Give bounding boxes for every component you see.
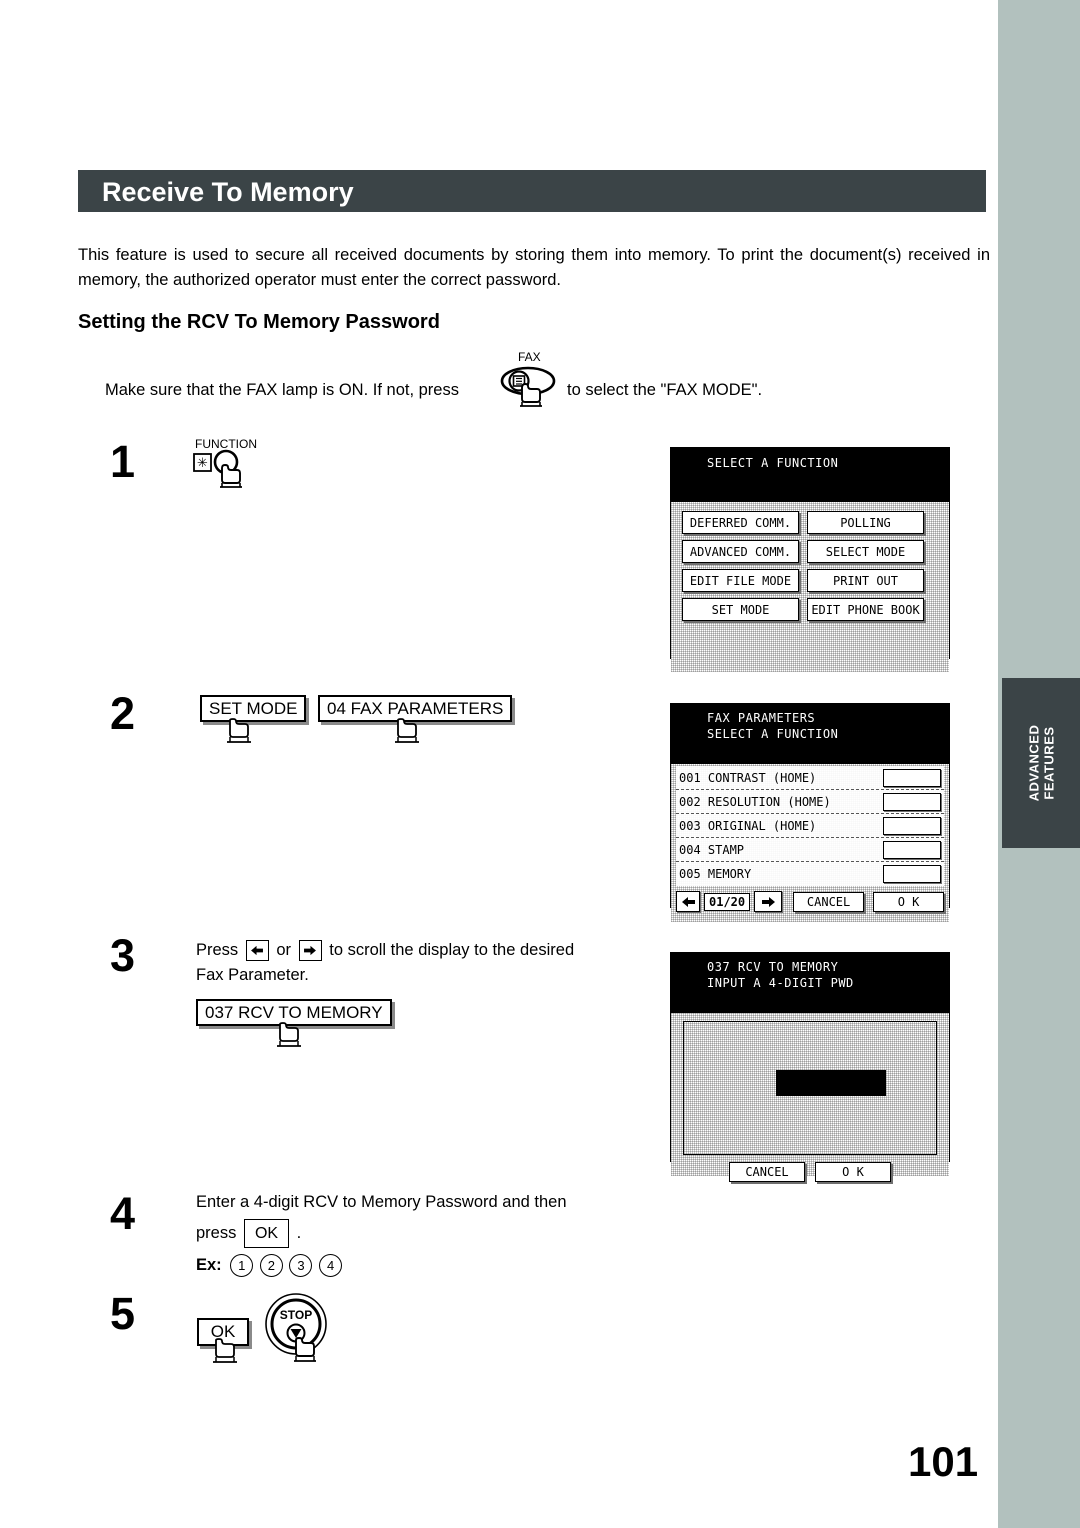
lcd3-password-input[interactable]	[776, 1070, 886, 1096]
arrow-left-icon	[251, 946, 264, 956]
scroll-right-button[interactable]	[298, 940, 322, 962]
pointing-hand-icon	[277, 1022, 301, 1047]
stop-key-icon: STOP	[265, 1293, 327, 1362]
lcd3-cancel-button[interactable]: CANCEL	[729, 1162, 805, 1182]
stop-key-text: STOP	[280, 1308, 312, 1322]
pointing-hand-icon	[227, 718, 251, 743]
step-3-text-middle: or	[276, 941, 292, 959]
lcd2-header-line2: SELECT A FUNCTION	[707, 727, 839, 741]
step-5-number: 5	[110, 1288, 136, 1339]
lcd2-row-005[interactable]: 005 MEMORY	[676, 862, 944, 886]
lcd2-row-002-value[interactable]	[883, 792, 941, 811]
lcd2-row-005-label: 005 MEMORY	[679, 867, 752, 881]
lcd1-button-deferred-comm[interactable]: DEFERRED COMM.	[682, 511, 799, 534]
lcd2-prev-page-button[interactable]	[676, 891, 700, 912]
step-1-number: 1	[110, 436, 136, 487]
lcd2-header-line1: FAX PARAMETERS	[707, 711, 816, 725]
lcd2-row-003[interactable]: 003 ORIGINAL (HOME)	[676, 814, 944, 838]
lcd3-password-area	[683, 1021, 937, 1155]
step-4-ok-key[interactable]: OK	[243, 1219, 290, 1248]
lcd2-row-004-label: 004 STAMP	[679, 842, 745, 857]
example-digit-3: 3	[289, 1254, 313, 1278]
lcd2-row-002[interactable]: 002 RESOLUTION (HOME)	[676, 790, 944, 814]
lcd1-button-set-mode[interactable]: SET MODE	[682, 598, 799, 621]
section-heading: Setting the RCV To Memory Password	[78, 311, 440, 333]
lcd-screen-select-function: SELECT A FUNCTION DEFERRED COMM. POLLING…	[670, 447, 950, 663]
lcd2-row-004[interactable]: 004 STAMP	[676, 838, 944, 862]
lcd2-row-005-value[interactable]	[883, 865, 941, 883]
step-3-text-before: Press	[196, 941, 239, 959]
fax-key-label: FAX	[518, 350, 541, 364]
step-2-number: 2	[110, 688, 136, 739]
step-4-number: 4	[110, 1188, 136, 1239]
step-4-line2-after: .	[296, 1223, 302, 1242]
page-title-bar: Receive To Memory	[78, 170, 986, 212]
asterisk-glyph: ✳	[197, 456, 208, 471]
fax-mode-instruction: Make sure that the FAX lamp is ON. If no…	[105, 350, 905, 418]
arrow-right-icon	[761, 896, 775, 907]
arrow-left-icon	[681, 896, 695, 907]
lcd2-row-001-value[interactable]	[883, 768, 941, 787]
lcd1-button-edit-phone-book[interactable]: EDIT PHONE BOOK	[807, 598, 924, 621]
page-number: 101	[908, 1438, 979, 1485]
example-digit-1: 1	[230, 1254, 254, 1278]
step-4-line1: Enter a 4-digit RCV to Memory Password a…	[196, 1193, 567, 1211]
side-tab-line-1: ADVANCED	[1026, 724, 1041, 802]
fax-instruction-before: Make sure that the FAX lamp is ON. If no…	[105, 381, 459, 399]
lcd1-button-print-out[interactable]: PRINT OUT	[807, 569, 924, 592]
step-3-text-after: to scroll the display to the desired	[329, 941, 575, 959]
lcd1-button-advanced-comm[interactable]: ADVANCED COMM.	[682, 540, 799, 563]
scroll-left-button[interactable]	[245, 940, 269, 962]
lcd2-cancel-button[interactable]: CANCEL	[793, 891, 865, 912]
lcd2-row-004-value[interactable]	[883, 840, 941, 859]
step-3-text: Press or to scroll the display to the de…	[196, 938, 626, 988]
function-key-label: FUNCTION	[195, 437, 257, 451]
fax-instruction-after: to select the "FAX MODE".	[567, 381, 763, 399]
lcd2-row-003-value[interactable]	[883, 816, 941, 835]
lcd3-header-line2: INPUT A 4-DIGIT PWD	[707, 976, 854, 990]
lcd2-bottom-bar: 01/20 CANCEL O K	[676, 891, 944, 912]
lcd1-button-edit-file-mode[interactable]: EDIT FILE MODE	[682, 569, 799, 592]
step-4-text: Enter a 4-digit RCV to Memory Password a…	[196, 1190, 656, 1278]
side-tab-line-2: FEATURES	[1041, 726, 1056, 800]
example-digit-2: 2	[259, 1254, 283, 1278]
pointing-hand-icon	[213, 1338, 237, 1363]
lcd2-row-001-label: 001 CONTRAST (HOME)	[679, 770, 817, 785]
lcd3-ok-button[interactable]: O K	[815, 1162, 891, 1182]
lcd2-row-002-label: 002 RESOLUTION (HOME)	[679, 794, 831, 809]
lcd2-page-indicator: 01/20	[704, 892, 751, 911]
page-title: Receive To Memory	[102, 177, 354, 207]
arrow-right-icon	[304, 946, 317, 956]
lcd2-ok-button[interactable]: O K	[873, 891, 944, 912]
lcd2-next-page-button[interactable]	[754, 891, 783, 912]
pointing-hand-icon	[395, 718, 419, 743]
side-thumb-tab-advanced-features: ADVANCED FEATURES	[1002, 678, 1080, 848]
lcd2-row-003-label: 003 ORIGINAL (HOME)	[679, 818, 817, 833]
intro-paragraph: This feature is used to secure all recei…	[78, 246, 990, 289]
step-5-stop-key[interactable]: STOP	[258, 1288, 348, 1378]
lcd3-header-line1: 037 RCV TO MEMORY	[707, 960, 839, 974]
lcd1-button-polling[interactable]: POLLING	[807, 511, 924, 534]
step-1-function-key: FUNCTION ✳	[192, 437, 282, 507]
lcd1-button-select-mode[interactable]: SELECT MODE	[807, 540, 924, 563]
lcd1-header: SELECT A FUNCTION	[671, 448, 949, 502]
step-3-number: 3	[110, 930, 136, 981]
step-3-text-line2: Fax Parameter.	[196, 966, 309, 984]
fax-key-illustration: FAX	[500, 350, 570, 420]
example-digit-4: 4	[319, 1254, 343, 1278]
lcd-screen-rcv-to-memory: 037 RCV TO MEMORY INPUT A 4-DIGIT PWD CA…	[670, 952, 950, 1182]
lcd2-row-001[interactable]: 001 CONTRAST (HOME)	[676, 766, 944, 790]
lcd-screen-fax-parameters: FAX PARAMETERS SELECT A FUNCTION 001 CON…	[670, 703, 950, 920]
step-4-example-label: Ex:	[196, 1256, 222, 1274]
step-4-line2-before: press	[196, 1223, 237, 1242]
